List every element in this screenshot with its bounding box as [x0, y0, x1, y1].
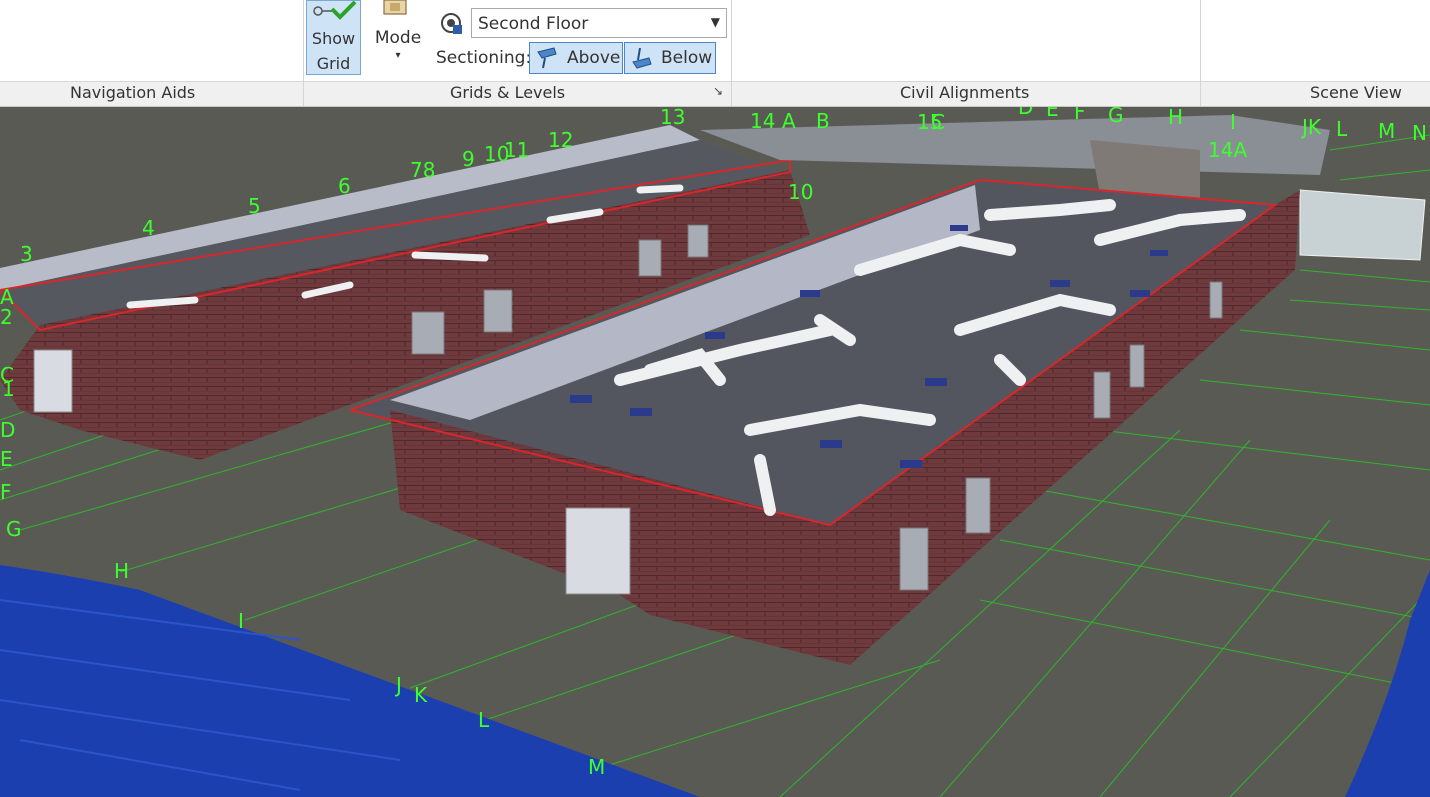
- panel-title-navigation-aids: Navigation Aids: [70, 83, 196, 102]
- section-above-button[interactable]: Above: [529, 42, 623, 74]
- grid-label: B: [816, 109, 830, 133]
- grid-label: N: [1412, 121, 1427, 145]
- panel-title-civil-alignments: Civil Alignments: [900, 83, 1030, 102]
- grid-label: G: [6, 517, 22, 541]
- panel-separator: [731, 0, 732, 106]
- window: [1093, 371, 1111, 419]
- grid-label: G: [1108, 107, 1124, 127]
- grid-label: K: [414, 683, 428, 707]
- grid-label: 13: [660, 107, 686, 129]
- grid-label: 2: [0, 305, 13, 329]
- grid-label: F: [0, 480, 12, 504]
- show-grid-label-2: Grid: [316, 54, 351, 73]
- grid-check-icon: [313, 1, 357, 20]
- grid-label: 6: [338, 174, 351, 198]
- window: [965, 477, 991, 534]
- panel-separator: [303, 0, 304, 106]
- grid-label: D: [0, 418, 16, 442]
- grid-label: F: [1074, 107, 1086, 124]
- grid-label: M: [1378, 119, 1396, 143]
- 3d-viewport[interactable]: 3 4 5 6 78 9 10 11 12 13 14 A B 15 C D E…: [0, 107, 1430, 797]
- section-below-button[interactable]: Below: [624, 42, 716, 74]
- grid-label: 5: [248, 194, 261, 218]
- panel-title-grids-levels: Grids & Levels: [450, 83, 566, 102]
- sectioning-label: Sectioning:: [436, 48, 532, 68]
- show-grid-label-1: Show: [311, 29, 356, 48]
- scene-canvas: [0, 107, 1430, 797]
- dialog-launcher-icon[interactable]: ↘: [713, 84, 723, 98]
- grid-label: 9: [462, 147, 475, 171]
- mode-label: Mode: [374, 28, 422, 48]
- door: [33, 349, 73, 413]
- grid-label: 4: [142, 216, 155, 240]
- section-above-label: Above: [567, 48, 621, 68]
- grid-label: 14A: [1208, 138, 1248, 162]
- grid-label: I: [1230, 110, 1236, 134]
- panel-title-scene-view: Scene View: [1310, 83, 1402, 102]
- grid-label: I: [238, 609, 244, 633]
- level-select[interactable]: Second Floor ▼: [471, 8, 727, 38]
- window: [411, 311, 445, 355]
- window: [1209, 281, 1223, 319]
- window: [899, 527, 929, 591]
- grid-label: J: [396, 673, 402, 697]
- mode-icon: [383, 0, 407, 15]
- grid-label: H: [1168, 107, 1184, 129]
- section-below-label: Below: [661, 48, 713, 68]
- grid-label: 14: [750, 109, 776, 133]
- grid-label: E: [1046, 107, 1059, 121]
- grid-label: L: [1336, 117, 1348, 141]
- section-above-icon: [537, 47, 557, 69]
- grid-label: H: [114, 559, 130, 583]
- grid-label: JK: [1302, 115, 1322, 139]
- grid-label: A: [782, 109, 796, 133]
- window: [1129, 344, 1145, 388]
- level-icon: [441, 13, 462, 34]
- grid-label: C: [931, 110, 945, 134]
- section-below-icon: [632, 47, 652, 69]
- door: [565, 507, 631, 595]
- grid-label: 12: [548, 128, 574, 152]
- mode-button[interactable]: Mode ▾: [370, 0, 426, 75]
- grid-label: M: [588, 755, 606, 779]
- grid-label: 3: [20, 242, 33, 266]
- show-grid-button[interactable]: Show Grid: [306, 0, 361, 75]
- greenhouse: [1299, 189, 1426, 261]
- level-select-value: Second Floor: [478, 14, 589, 34]
- panel-separator: [1200, 0, 1201, 106]
- grid-label: L: [478, 708, 490, 732]
- grid-label: 11: [504, 138, 530, 162]
- window: [483, 289, 513, 333]
- chevron-down-icon: ▼: [710, 15, 720, 29]
- window: [638, 239, 662, 277]
- window: [687, 224, 709, 258]
- mode-dropdown-arrow: ▾: [395, 50, 401, 61]
- grid-label: 78: [410, 158, 436, 182]
- grid-label: 10: [788, 180, 814, 204]
- grid-label: A: [0, 285, 14, 309]
- grid-label: 1: [2, 377, 15, 401]
- grid-label: E: [0, 447, 13, 471]
- grid-label: D: [1018, 107, 1034, 119]
